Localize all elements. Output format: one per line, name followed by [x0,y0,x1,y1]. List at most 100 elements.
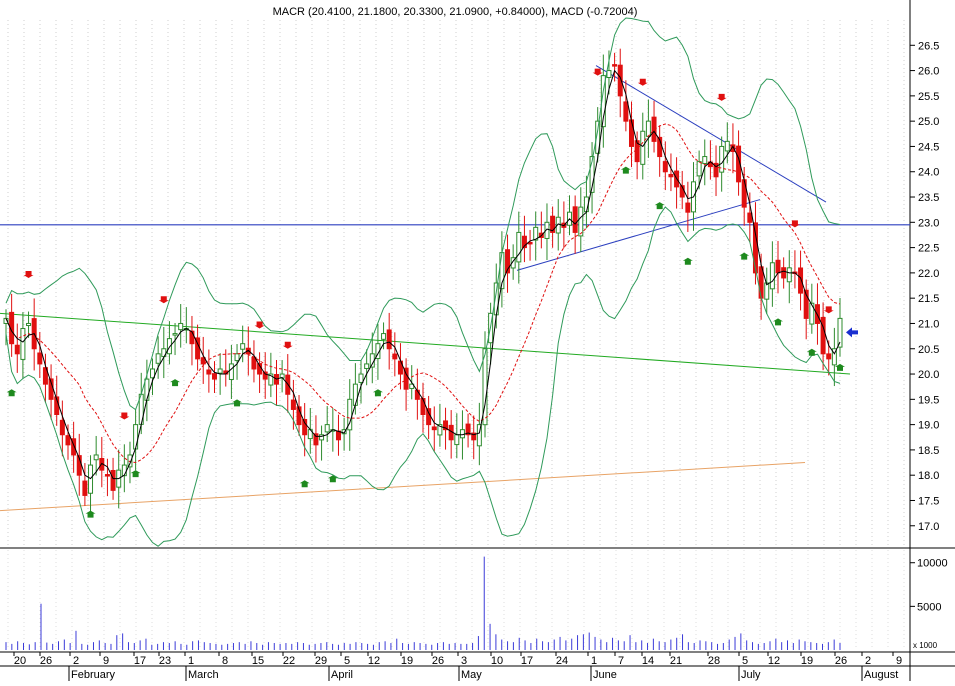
candle-body [228,363,234,380]
y-tick-label: 18.5 [918,445,939,457]
x-tick-label: 14 [642,655,654,667]
x-tick-label: 29 [315,655,327,667]
y-tick-label: 18.0 [918,470,939,482]
sell-arrow-icon [282,341,293,349]
x-tick-label: 28 [708,655,720,667]
candle-body [65,435,71,446]
candle-body [724,140,730,152]
x-tick-label: 15 [252,655,264,667]
x-tick-label: 19 [801,655,813,667]
candle-body [747,212,753,223]
sell-arrow-icon [789,220,800,228]
x-tick-label: 19 [401,655,413,667]
month-label: February [71,669,116,681]
candle-body [26,322,32,327]
candle-body [234,353,240,362]
buy-arrow-icon [739,252,750,260]
candle-body [809,302,815,325]
candle-body [178,322,184,331]
candle-body [155,353,161,364]
volume-tick-label: 5000 [917,601,941,613]
upper-band [5,17,841,411]
buy-arrow-icon [620,166,631,174]
sell-arrow-icon [637,78,648,86]
candle-body [459,429,465,439]
y-tick-label: 26.0 [918,66,939,78]
candle-body [668,173,674,178]
buy-arrow-icon [299,480,310,488]
y-tick-label: 25.5 [918,91,939,103]
buy-arrow-icon [130,470,141,478]
candle-body [764,282,770,300]
candle-body [290,399,296,410]
month-label: May [461,669,482,681]
candle-body [606,70,612,78]
y-tick-label: 21.5 [918,293,939,305]
candle-body [20,328,26,360]
candle-body [572,206,578,233]
candle-body [110,469,116,491]
candle-body [93,454,99,461]
sell-arrow-icon [23,270,34,278]
y-tick-label: 17.0 [918,521,939,533]
chart-title: MACR (20.4100, 21.1800, 20.3300, 21.0900… [273,6,638,18]
candle-body [364,363,370,369]
candle-body [702,156,708,164]
candle-body [696,161,702,177]
y-tick-label: 26.5 [918,40,939,52]
month-label: July [741,669,761,681]
candle-body [212,373,217,380]
volume-tick-label: 10000 [917,558,948,570]
x-tick-label: 21 [670,655,682,667]
x-tick-label: 9 [103,655,109,667]
month-label: August [864,669,898,681]
y-tick-label: 20.5 [918,344,939,356]
candle-body [172,333,178,336]
candles [3,48,843,515]
candle-body [431,426,437,431]
chart-canvas: MACR (20.4100, 21.1800, 20.3300, 21.0900… [0,0,955,681]
x-tick-label: 26 [432,655,444,667]
candle-body [640,130,646,165]
candle-body [662,161,668,173]
x-tick-label: 1 [188,655,194,667]
candle-body [240,343,246,350]
y-tick-label: 22.0 [918,268,939,280]
x-tick-label: 17 [134,655,146,667]
candle-body [629,119,634,147]
x-tick-label: 5 [344,655,350,667]
volume-unit-label: x 1000 [913,641,938,650]
volume-bars [5,556,841,650]
buy-arrow-icon [170,379,181,387]
candle-body [775,259,781,274]
candle-body [392,353,398,360]
month-label: June [593,669,617,681]
candle-body [623,101,629,122]
candle-body [786,267,792,283]
candle-body [166,338,172,355]
x-tick-label: 10 [491,655,503,667]
candle-body [144,378,150,401]
candle-body [133,424,139,450]
candle-body [752,222,758,274]
month-label: April [331,669,353,681]
x-tick-label: 9 [896,655,902,667]
stock-chart: MACR (20.4100, 21.1800, 20.3300, 21.0900… [0,0,955,681]
candle-body [516,231,522,263]
sell-arrow-icon [158,296,169,304]
candle-body [82,480,88,496]
x-tick-label: 26 [40,655,52,667]
y-tick-label: 24.5 [918,141,939,153]
buy-arrow-icon [773,318,784,326]
x-tick-label: 3 [461,655,467,667]
candle-body [217,368,223,374]
x-tick-label: 5 [742,655,748,667]
x-tick-label: 2 [73,655,79,667]
candle-body [741,179,747,208]
candle-body [37,352,43,365]
candle-body [578,206,584,237]
sell-arrow-icon [119,412,130,420]
month-label: March [188,669,219,681]
y-tick-label: 20.0 [918,369,939,381]
y-tick-label: 19.5 [918,394,939,406]
